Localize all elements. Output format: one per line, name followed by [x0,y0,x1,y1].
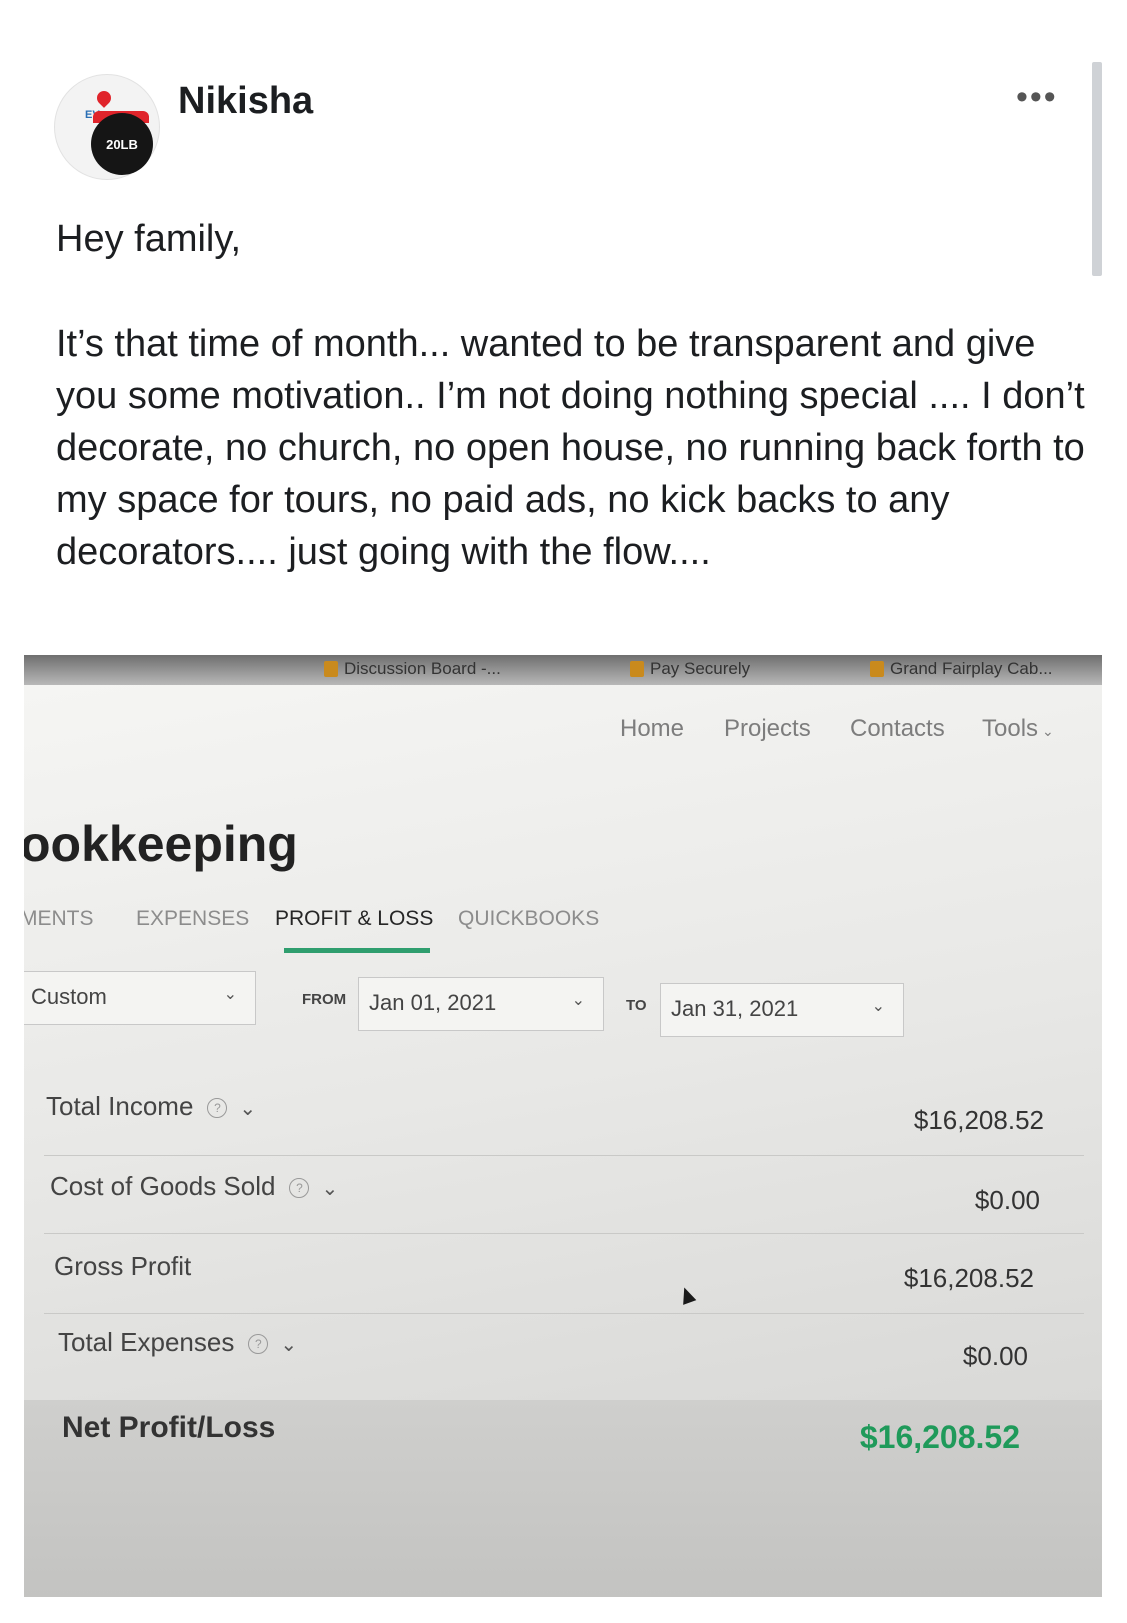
page-scrollbar[interactable] [1092,62,1102,276]
chevron-down-icon[interactable]: ⌄ [280,1334,297,1356]
net-profit-label: Net Profit/Loss [62,1411,276,1444]
post-photo[interactable]: Discussion Board -... Pay Securely Grand… [24,655,1102,1597]
bookmark-icon [324,661,338,677]
page-title: ookkeeping [24,816,298,872]
date-range-select[interactable]: Custom ⌄ [24,971,256,1025]
total-expenses-row[interactable]: Total Expenses? ⌄ [58,1327,297,1358]
mouse-cursor-icon [677,1285,697,1305]
tab-profit-loss[interactable]: PROFIT & LOSS [275,907,433,931]
chevron-down-icon[interactable]: ⌄ [239,1098,256,1120]
tab-quickbooks[interactable]: QUICKBOOKS [458,907,599,931]
to-date-select[interactable]: Jan 31, 2021 ⌄ [660,983,904,1037]
chevron-down-icon: ⌄ [571,992,585,1009]
from-label: FROM [302,991,347,1008]
row-divider [44,1313,1084,1314]
total-income-row[interactable]: Total Income? ⌄ [46,1091,256,1122]
bookmark-grand-fairplay[interactable]: Grand Fairplay Cab... [870,659,1053,679]
cogs-row[interactable]: Cost of Goods Sold? ⌄ [50,1171,338,1202]
chevron-down-icon[interactable]: ⌄ [321,1178,338,1200]
author-avatar[interactable]: EV 20LB [54,74,160,180]
post-body: It’s that time of month... wanted to be … [56,323,1085,573]
bookmark-pay-securely[interactable]: Pay Securely [630,659,750,679]
gross-profit-value: $16,208.52 [903,1263,1034,1293]
row-divider [44,1155,1084,1156]
tab-payments[interactable]: MENTS [24,907,94,931]
author-name[interactable]: Nikisha [178,80,313,123]
cogs-value: $0.00 [974,1185,1040,1215]
from-date-select[interactable]: Jan 01, 2021 ⌄ [358,977,604,1031]
post-greeting: Hey family, [56,218,242,260]
total-income-value: $16,208.52 [913,1105,1044,1135]
active-tab-indicator [284,948,430,953]
nav-home[interactable]: Home [620,715,684,743]
to-label: TO [626,997,647,1014]
chevron-down-icon: ⌄ [871,998,885,1015]
more-options-icon[interactable]: ••• [1016,78,1058,117]
help-icon[interactable]: ? [248,1334,269,1354]
avatar-badge: 20LB [91,113,153,175]
location-pin-icon [94,88,114,108]
total-expenses-value: $0.00 [962,1341,1028,1371]
help-icon[interactable]: ? [289,1178,310,1198]
chevron-down-icon: ⌄ [223,986,237,1003]
bookmark-discussion-board[interactable]: Discussion Board -... [324,659,501,679]
row-divider [44,1233,1084,1234]
bookmark-icon [870,661,884,677]
chevron-down-icon: ⌄ [1042,723,1054,739]
nav-contacts[interactable]: Contacts [850,715,945,743]
lock-icon [630,661,644,677]
bookmarks-bar: Discussion Board -... Pay Securely Grand… [24,655,1102,685]
nav-tools[interactable]: Tools ⌄ [982,715,1054,743]
gross-profit-row: Gross Profit [54,1251,192,1281]
help-icon[interactable]: ? [207,1098,228,1118]
net-profit-value: $16,208.52 [859,1419,1020,1455]
nav-projects[interactable]: Projects [724,715,811,743]
tab-expenses[interactable]: EXPENSES [136,907,249,931]
